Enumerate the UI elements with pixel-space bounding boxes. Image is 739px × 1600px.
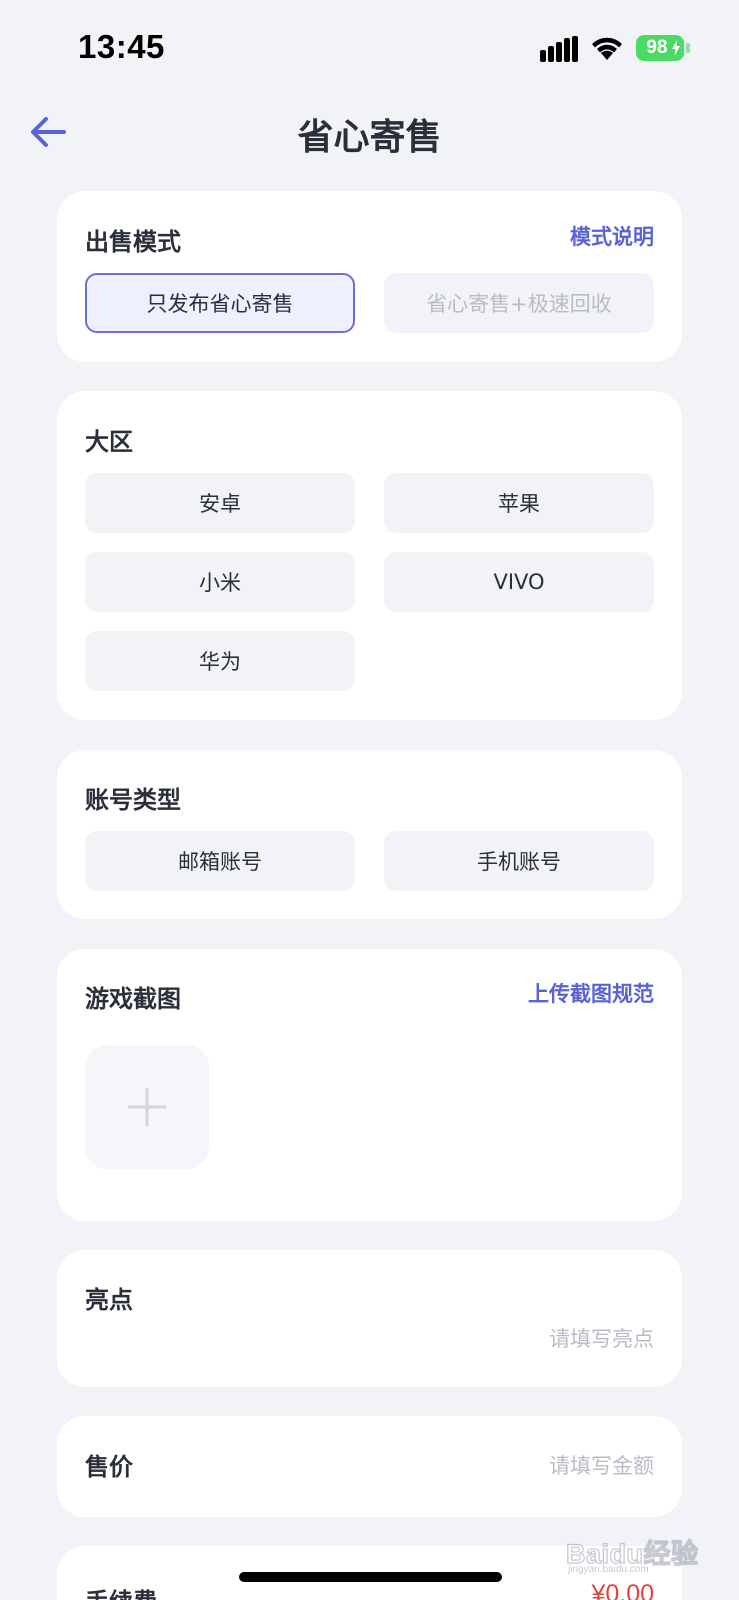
sale-mode-card: 出售模式 模式说明 只发布省心寄售 省心寄售+极速回收 xyxy=(57,191,682,362)
region-option-apple[interactable]: 苹果 xyxy=(384,473,654,533)
option-consign-plus-recycle[interactable]: 省心寄售+极速回收 xyxy=(384,273,654,333)
account-option-email[interactable]: 邮箱账号 xyxy=(85,831,355,891)
plus-icon xyxy=(127,1087,167,1127)
screenshots-title: 游戏截图 xyxy=(85,985,181,1013)
wifi-icon xyxy=(592,37,622,60)
watermark-url: jingyan.baidu.com xyxy=(568,1564,649,1575)
highlights-input[interactable] xyxy=(294,1322,654,1356)
charging-bolt-icon xyxy=(672,40,680,56)
account-type-title: 账号类型 xyxy=(85,786,181,814)
region-option-xiaomi[interactable]: 小米 xyxy=(85,552,355,612)
battery-tip xyxy=(686,43,690,53)
status-time: 13:45 xyxy=(78,28,165,65)
price-card: 售价 xyxy=(57,1416,682,1517)
upload-guidelines-link[interactable]: 上传截图规范 xyxy=(528,978,654,1008)
screenshots-card: 游戏截图 上传截图规范 xyxy=(57,949,682,1221)
page: 13:45 98 省心寄售 出售模式 模式说明 只发布省心寄售 省心寄售+极速回… xyxy=(0,0,739,1600)
battery-indicator: 98 xyxy=(636,35,684,61)
fee-value: ¥0.00 xyxy=(591,1580,654,1600)
region-option-huawei[interactable]: 华为 xyxy=(85,631,355,691)
battery-level: 98 xyxy=(646,37,668,58)
price-title: 售价 xyxy=(85,1453,133,1481)
account-option-phone[interactable]: 手机账号 xyxy=(384,831,654,891)
upload-screenshot-button[interactable] xyxy=(85,1045,209,1169)
sale-mode-title: 出售模式 xyxy=(85,228,181,256)
page-title: 省心寄售 xyxy=(297,117,442,158)
region-card: 大区 安卓 苹果 小米 VIVO 华为 xyxy=(57,391,682,720)
price-input[interactable] xyxy=(294,1449,654,1483)
option-consign-only[interactable]: 只发布省心寄售 xyxy=(85,273,355,333)
highlights-card: 亮点 xyxy=(57,1250,682,1387)
region-option-vivo[interactable]: VIVO xyxy=(384,552,654,612)
account-type-card: 账号类型 邮箱账号 手机账号 xyxy=(57,750,682,919)
home-indicator[interactable] xyxy=(239,1572,502,1582)
mode-explanation-link[interactable]: 模式说明 xyxy=(570,221,654,251)
region-title: 大区 xyxy=(85,428,133,456)
highlights-title: 亮点 xyxy=(85,1286,133,1314)
baidu-watermark-logo: Baidu经验 jingyan.baidu.com xyxy=(565,1526,726,1576)
fee-title: 手续费 xyxy=(85,1582,157,1600)
region-option-android[interactable]: 安卓 xyxy=(85,473,355,533)
status-bar: 13:45 98 xyxy=(0,0,739,96)
cellular-signal-icon xyxy=(540,36,578,62)
